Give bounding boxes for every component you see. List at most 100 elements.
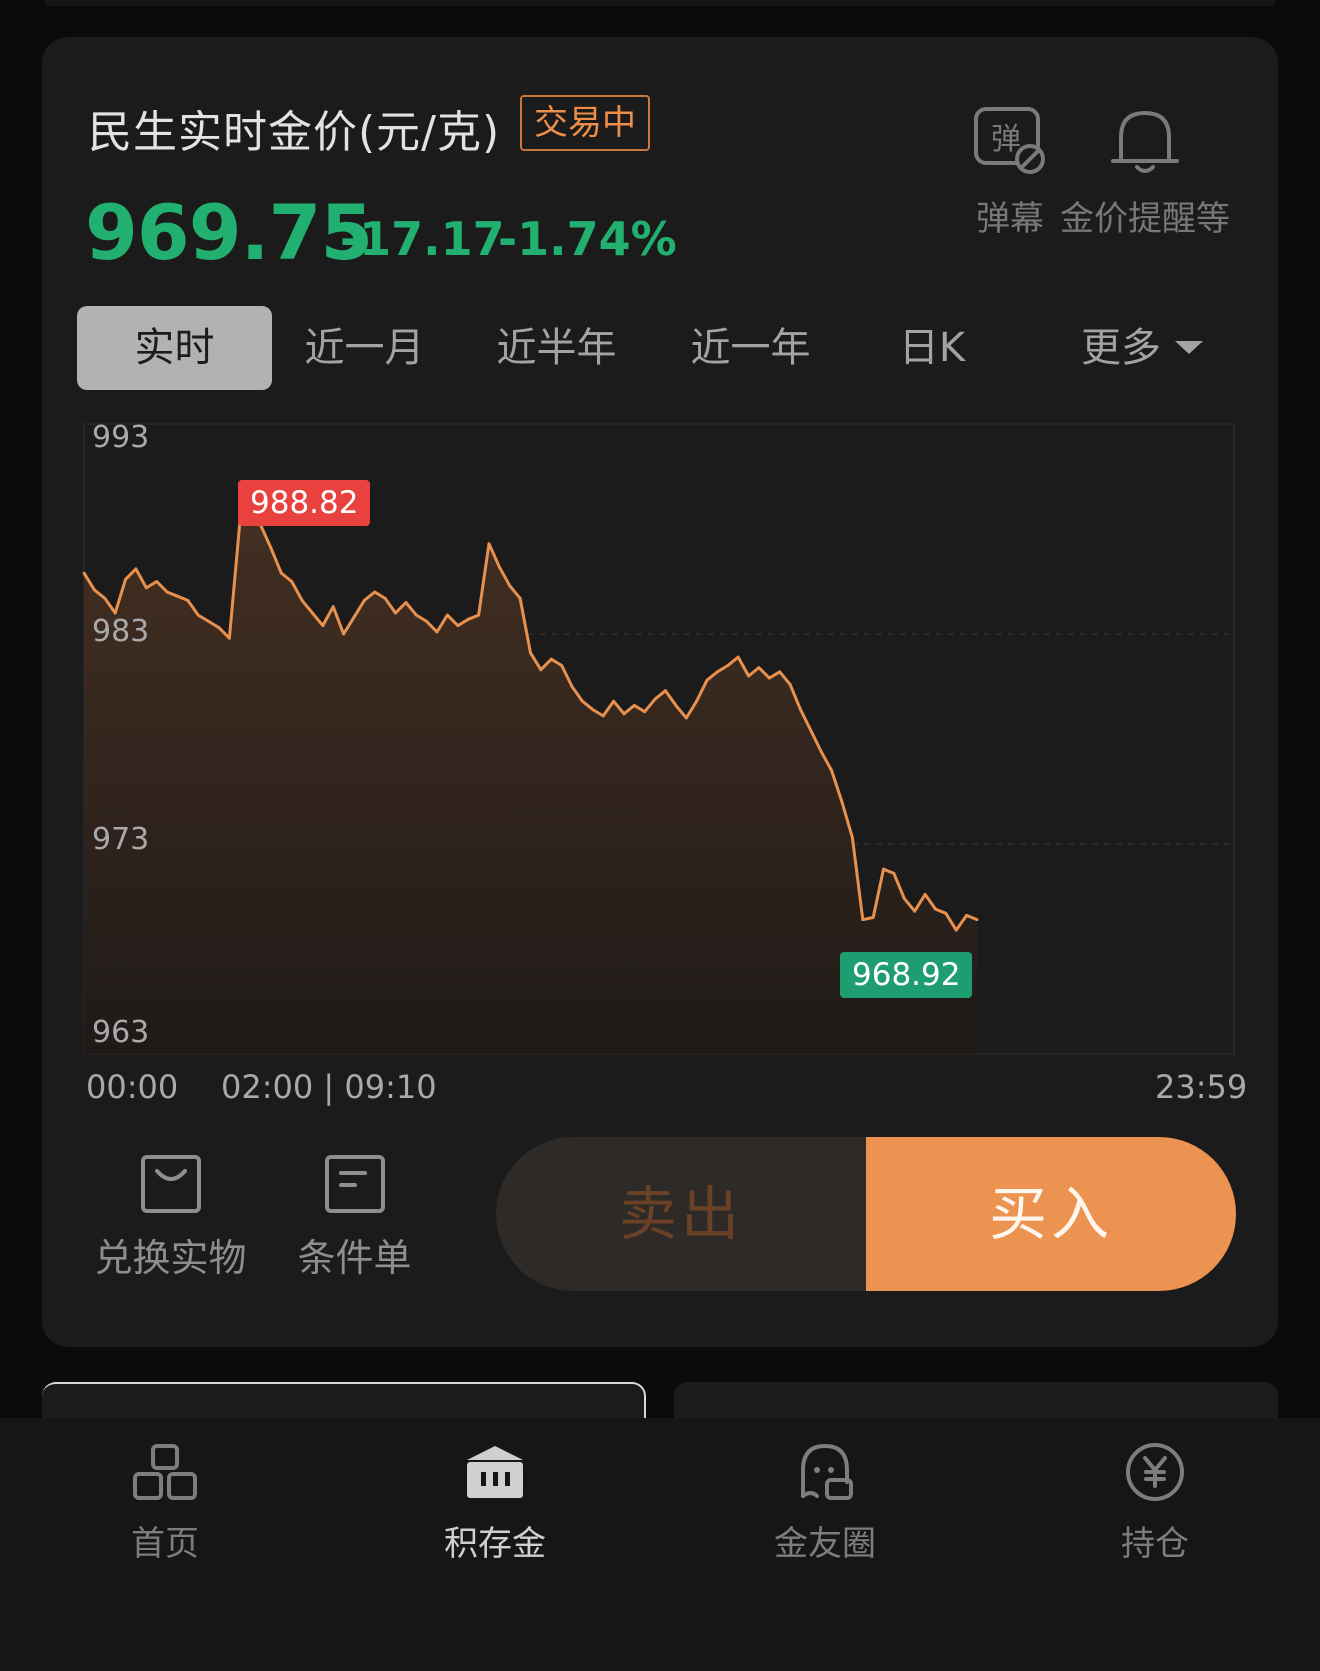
price-point	[352, 615, 356, 619]
price-point	[643, 710, 647, 714]
price-point	[363, 599, 366, 602]
page-title: 民生实时金价(元/克)	[88, 107, 501, 158]
price-point	[882, 867, 885, 871]
price-point	[300, 599, 304, 602]
price-point	[726, 664, 730, 667]
price-point	[394, 611, 397, 615]
period-tabs: 实时 近一月 近半年 近一年 日K 更多	[77, 306, 1227, 390]
price-point	[622, 712, 626, 716]
price-point	[851, 836, 854, 840]
price-point	[788, 683, 792, 686]
nav-home[interactable]: 首页	[75, 1440, 255, 1565]
price-point	[196, 613, 200, 617]
price-point	[747, 674, 750, 678]
price-point	[736, 655, 740, 659]
price-point	[778, 670, 782, 674]
tab-day-k[interactable]: 日K	[877, 306, 987, 390]
price-point	[134, 567, 138, 571]
caret-down-icon	[1175, 340, 1203, 354]
nav-community[interactable]: 金友圈	[735, 1440, 915, 1565]
price-point	[82, 571, 86, 575]
price-point	[809, 729, 813, 732]
buy-button[interactable]: 买入	[866, 1137, 1236, 1291]
y-tick-983: 983	[92, 614, 150, 649]
price-point	[331, 605, 335, 609]
x-tick-break: 02:00 | 09:10	[221, 1068, 437, 1106]
tab-year[interactable]: 近一年	[673, 306, 828, 390]
price-point	[518, 596, 522, 600]
price-point	[466, 617, 470, 621]
tab-month[interactable]: 近一月	[287, 306, 442, 390]
price-point	[830, 769, 833, 772]
y-tick-993: 993	[92, 420, 150, 455]
price-point	[819, 750, 823, 753]
nav-community-label: 金友圈	[774, 1524, 876, 1564]
nav-home-label: 首页	[131, 1524, 199, 1564]
yen-coin-icon	[1126, 1443, 1184, 1501]
price-point	[799, 708, 802, 711]
price-point	[217, 626, 221, 630]
price-point	[487, 542, 491, 546]
price-point	[975, 918, 979, 921]
price-point	[653, 697, 657, 701]
price-point	[705, 678, 709, 682]
conditional-order-button[interactable]: 条件单	[292, 1153, 417, 1282]
price-point	[269, 546, 273, 550]
price-point	[176, 594, 179, 598]
price-point	[612, 699, 615, 703]
price-point	[207, 620, 210, 623]
price-point	[716, 670, 719, 674]
price-point	[124, 578, 127, 581]
price-point	[446, 613, 449, 617]
price-point	[228, 636, 231, 640]
tab-half-year[interactable]: 近半年	[479, 306, 634, 390]
price-point	[529, 651, 532, 655]
order-form-icon	[324, 1155, 385, 1213]
nav-gold-savings[interactable]: 积存金	[405, 1440, 585, 1565]
price-point	[861, 918, 865, 921]
price-point	[570, 685, 574, 688]
price-point	[767, 676, 771, 680]
home-blocks-icon	[133, 1444, 197, 1500]
y-tick-963: 963	[92, 1015, 150, 1050]
price-point	[508, 584, 512, 588]
price-point	[632, 704, 636, 707]
svg-text:弹: 弹	[991, 122, 1021, 157]
peek-card-left	[42, 1382, 646, 1422]
max-price-label: 988.82	[238, 480, 371, 526]
price-point	[664, 689, 667, 693]
price-point	[549, 657, 553, 661]
price-point	[186, 599, 190, 602]
peek-card-right	[674, 1382, 1278, 1422]
nav-gold-savings-label: 积存金	[444, 1524, 546, 1564]
price-point	[944, 911, 948, 915]
price-point	[477, 613, 480, 617]
price-point	[965, 914, 968, 917]
price-point	[892, 872, 896, 875]
price-point	[840, 800, 844, 804]
sell-button[interactable]: 卖出	[496, 1137, 866, 1291]
x-tick-start: 00:00	[86, 1068, 179, 1106]
price-point	[591, 708, 595, 711]
tab-more[interactable]: 更多	[1057, 306, 1227, 390]
nav-holdings[interactable]: 持仓	[1065, 1440, 1245, 1565]
redeem-physical-label: 兑换实物	[94, 1236, 247, 1280]
price-point	[435, 630, 439, 634]
price-alert-label: 金价提醒等	[1060, 199, 1230, 239]
price-point	[934, 907, 937, 911]
redeem-physical-button[interactable]: 兑换实物	[88, 1153, 253, 1282]
min-price-label: 968.92	[840, 952, 973, 998]
y-tick-973: 973	[92, 822, 150, 857]
price-point	[913, 909, 917, 913]
price-alert-button[interactable]: 金价提醒等	[1055, 105, 1235, 240]
price-point	[902, 897, 906, 900]
tab-realtime[interactable]: 实时	[77, 306, 272, 390]
nav-holdings-label: 持仓	[1121, 1524, 1189, 1564]
price-point	[456, 624, 460, 627]
price-point	[581, 699, 584, 703]
conditional-order-label: 条件单	[297, 1236, 412, 1280]
price-point	[290, 580, 294, 583]
price-point	[923, 893, 927, 896]
price-point	[601, 714, 605, 718]
price-point	[404, 601, 408, 604]
